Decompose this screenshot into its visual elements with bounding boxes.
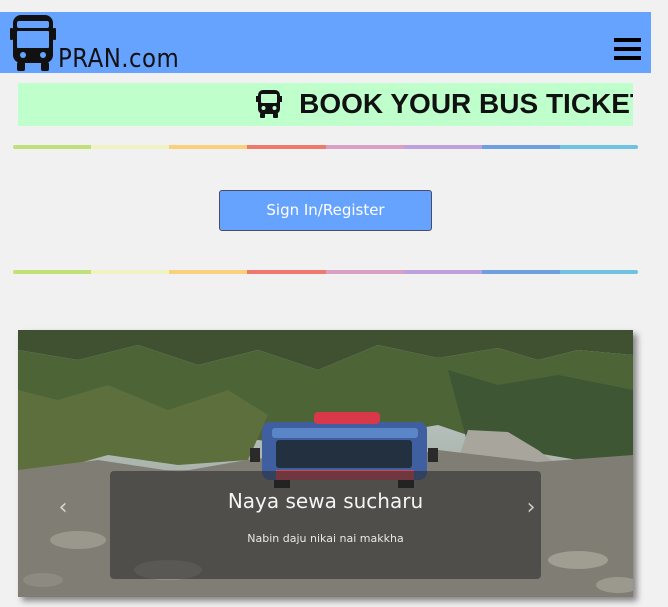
rainbow-divider-bottom xyxy=(13,270,638,274)
bus-icon xyxy=(10,15,56,71)
slide-caption: Nabin daju nikai nai makkha xyxy=(247,532,404,545)
rainbow-divider-top xyxy=(13,145,638,149)
image-carousel[interactable]: Naya sewa sucharu Nabin daju nikai nai m… xyxy=(18,330,633,597)
slide-title: Naya sewa sucharu xyxy=(227,489,424,513)
banner-text: BOOK YOUR BUS TICKET xyxy=(299,88,633,119)
top-navbar: PRAN.com xyxy=(0,12,651,74)
chevron-right-icon[interactable]: › xyxy=(516,490,546,526)
booking-banner: BOOK YOUR BUS TICKET xyxy=(18,83,633,126)
site-logo[interactable]: PRAN.com xyxy=(8,12,188,74)
banner-content: BOOK YOUR BUS TICKET xyxy=(256,87,633,121)
signin-register-button[interactable]: Sign In/Register xyxy=(219,190,432,231)
hamburger-menu-icon[interactable] xyxy=(614,38,641,60)
carousel-caption: Naya sewa sucharu Nabin daju nikai nai m… xyxy=(110,471,541,579)
bus-icon xyxy=(256,90,282,118)
chevron-left-icon[interactable]: ‹ xyxy=(48,490,78,526)
logo-text: PRAN.com xyxy=(58,44,180,74)
